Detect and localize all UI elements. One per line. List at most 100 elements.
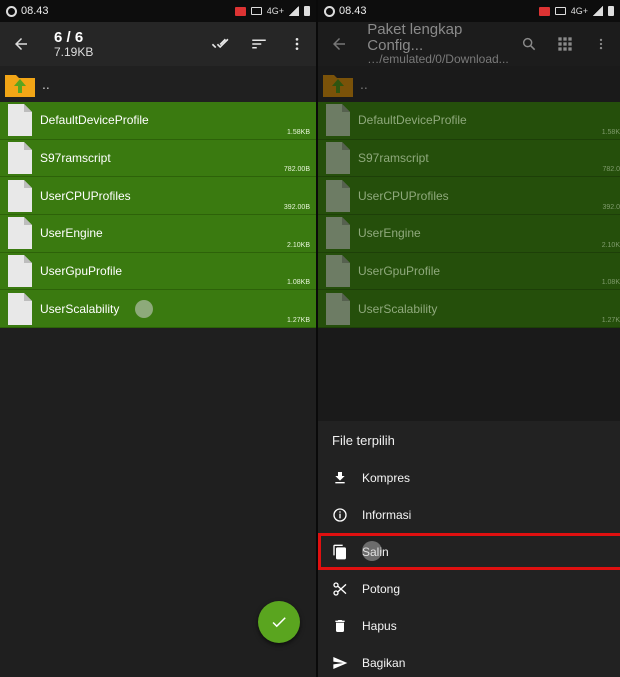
file-icon <box>326 104 350 137</box>
touch-indicator <box>135 299 154 318</box>
file-icon <box>326 255 350 288</box>
bottom-sheet-menu: File terpilih Kompres Informasi Salin Po… <box>318 421 620 677</box>
toolbar: 6 / 6 7.19KB <box>0 22 316 66</box>
scissors-icon <box>330 579 350 599</box>
menu-item-informasi[interactable]: Informasi <box>318 496 620 533</box>
file-name: UserGpuProfile <box>40 264 123 279</box>
file-name: UserEngine <box>358 226 421 241</box>
battery-icon <box>608 6 614 16</box>
confirm-fab-button[interactable] <box>258 601 300 643</box>
back-arrow-icon[interactable] <box>326 31 351 57</box>
sheet-title: File terpilih <box>332 432 395 448</box>
notification-icon <box>234 6 246 16</box>
file-icon <box>326 217 350 250</box>
file-row[interactable]: UserCPUProfiles 392.00B <box>0 177 316 216</box>
grid-view-icon[interactable] <box>554 33 576 55</box>
file-size: 1.27K <box>601 317 620 325</box>
file-name: UserScalability <box>40 301 120 316</box>
back-arrow-icon[interactable] <box>8 31 34 57</box>
select-all-icon[interactable] <box>210 33 232 55</box>
file-row[interactable]: S97ramscript 782.0 <box>318 139 620 178</box>
file-size: 1.27KB <box>287 317 310 325</box>
file-name: S97ramscript <box>40 151 111 166</box>
parent-folder-label: .. <box>360 76 368 92</box>
parent-folder-row[interactable]: .. <box>318 66 620 102</box>
file-row[interactable]: S97ramscript 782.00B <box>0 139 316 178</box>
file-row[interactable]: UserCPUProfiles 392.0 <box>318 177 620 216</box>
battery-icon <box>304 6 310 16</box>
menu-item-salin[interactable]: Salin <box>318 533 620 570</box>
file-icon <box>326 292 350 325</box>
menu-item-label: Bagikan <box>362 655 406 670</box>
file-icon <box>8 217 32 250</box>
file-name: UserScalability <box>358 301 438 316</box>
file-row[interactable]: UserScalability 1.27K <box>318 290 620 329</box>
sync-icon <box>324 5 335 17</box>
file-size: 1.58K <box>601 128 620 136</box>
folder-up-icon <box>322 70 354 98</box>
menu-item-potong[interactable]: Potong <box>318 570 620 607</box>
menu-item-label: Hapus <box>362 618 397 633</box>
search-icon[interactable] <box>518 33 540 55</box>
menu-item-kompres[interactable]: Kompres <box>318 459 620 496</box>
file-name: DefaultDeviceProfile <box>40 113 149 128</box>
menu-item-label: Kompres <box>362 470 411 485</box>
file-icon <box>8 255 32 288</box>
file-size: 782.0 <box>602 166 620 174</box>
file-size: 392.00B <box>283 204 310 212</box>
file-icon <box>8 142 32 175</box>
signal-icon <box>289 6 299 16</box>
file-size: 2.10KB <box>287 241 310 249</box>
menu-item-label: Informasi <box>362 507 412 522</box>
right-screen: 08.43 4G+ Paket lengkap Config... …/emul… <box>318 0 620 677</box>
network-type: 4G+ <box>570 6 588 16</box>
more-vert-icon[interactable] <box>286 33 308 55</box>
file-icon <box>8 292 32 325</box>
file-icon <box>326 179 350 212</box>
download-icon <box>330 468 350 488</box>
file-list: DefaultDeviceProfile 1.58KB S97ramscript… <box>0 102 316 329</box>
file-row[interactable]: UserEngine 2.10KB <box>0 215 316 253</box>
parent-folder-label: .. <box>42 76 50 92</box>
more-vert-icon[interactable] <box>590 33 612 55</box>
file-name: UserEngine <box>40 226 103 241</box>
file-name: UserGpuProfile <box>358 264 441 279</box>
file-icon <box>326 142 350 175</box>
send-icon <box>330 653 350 673</box>
folder-path[interactable]: …/emulated/0/Download... <box>367 53 518 66</box>
folder-title: Paket lengkap Config... <box>367 20 463 54</box>
signal-icon <box>593 6 603 16</box>
file-name: DefaultDeviceProfile <box>358 113 467 128</box>
file-size: 392.0 <box>602 204 620 212</box>
file-row[interactable]: DefaultDeviceProfile 1.58K <box>318 102 620 140</box>
file-row[interactable]: UserGpuProfile 1.08K <box>318 252 620 291</box>
parent-folder-row[interactable]: .. <box>0 66 316 102</box>
trash-icon <box>330 616 350 636</box>
left-screen: 08.43 4G+ 6 / 6 7.19KB .. DefaultDeviceP… <box>0 0 316 677</box>
menu-item-hapus[interactable]: Hapus <box>318 607 620 644</box>
sync-icon <box>6 5 17 17</box>
file-row[interactable]: UserEngine 2.10K <box>318 215 620 253</box>
file-row[interactable]: UserGpuProfile 1.08KB <box>0 252 316 291</box>
file-size: 782.00B <box>283 166 310 174</box>
file-size: 1.58KB <box>287 128 310 136</box>
vibrate-icon <box>554 7 566 15</box>
status-bar: 08.43 4G+ <box>0 0 316 22</box>
info-icon <box>330 505 350 525</box>
network-type: 4G+ <box>266 6 284 16</box>
selection-count: 6 / 6 <box>54 28 84 46</box>
file-size: 2.10K <box>601 241 620 249</box>
file-name: UserCPUProfiles <box>358 188 449 203</box>
file-icon <box>8 104 32 137</box>
selection-size: 7.19KB <box>54 44 94 59</box>
menu-item-label: Potong <box>362 581 401 596</box>
file-row[interactable]: UserScalability 1.27KB <box>0 290 316 329</box>
status-time: 08.43 <box>339 5 367 17</box>
menu-item-bagikan[interactable]: Bagikan <box>318 644 620 677</box>
touch-indicator <box>362 541 382 561</box>
file-row[interactable]: DefaultDeviceProfile 1.58KB <box>0 102 316 140</box>
sort-icon[interactable] <box>248 33 270 55</box>
file-list: DefaultDeviceProfile 1.58K S97ramscript … <box>318 102 620 329</box>
file-name: UserCPUProfiles <box>40 188 131 203</box>
file-name: S97ramscript <box>358 151 429 166</box>
